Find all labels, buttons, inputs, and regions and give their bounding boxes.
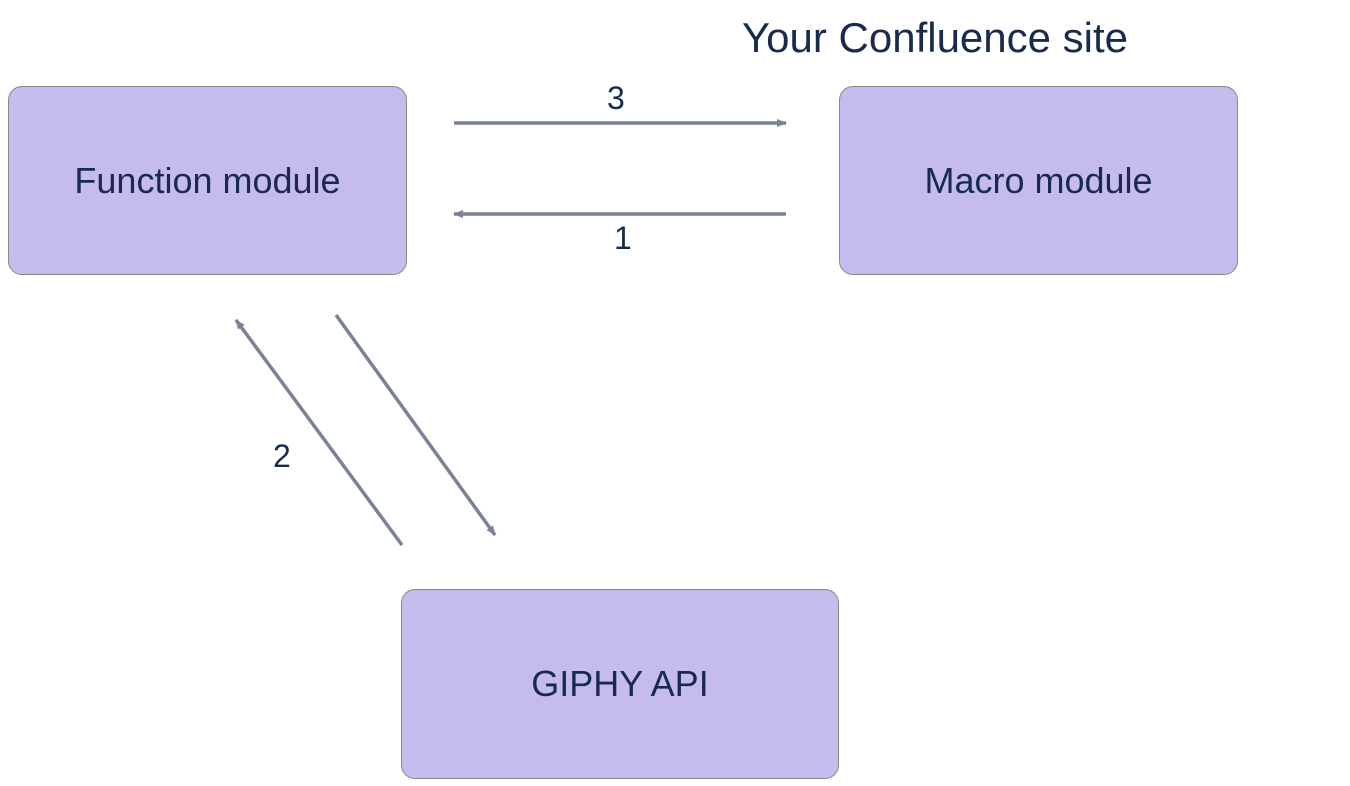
edge-label-3: 3: [607, 80, 625, 117]
node-function-module: Function module: [8, 86, 407, 275]
arrow-function-to-giphy: [336, 315, 495, 535]
edge-label-1: 1: [614, 220, 632, 257]
node-macro-module-label: Macro module: [924, 160, 1152, 202]
edge-label-2: 2: [273, 438, 291, 475]
arrow-giphy-to-function: [236, 320, 402, 545]
node-giphy-api-label: GIPHY API: [531, 663, 708, 705]
diagram-canvas: Your Confluence site Function module Mac…: [0, 0, 1350, 786]
node-function-module-label: Function module: [74, 160, 340, 202]
node-giphy-api: GIPHY API: [401, 589, 839, 779]
site-title: Your Confluence site: [742, 14, 1128, 62]
node-macro-module: Macro module: [839, 86, 1238, 275]
